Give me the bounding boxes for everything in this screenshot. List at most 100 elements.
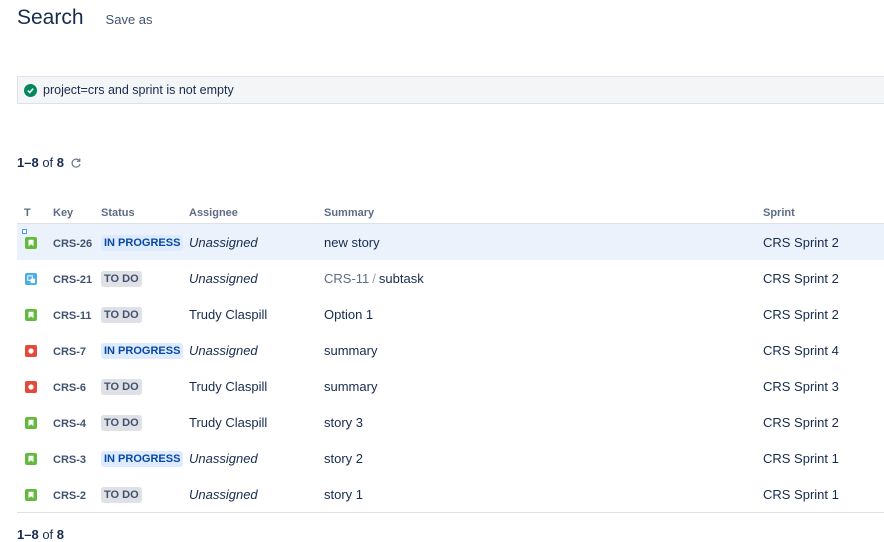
issue-key-cell: CRS-3 [53,440,101,476]
sprint-name: CRS Sprint 2 [763,414,839,430]
table-row[interactable]: CRS-11 TO DO Trudy Claspill Option 1 CRS… [17,296,884,332]
issue-summary[interactable]: story 1 [324,487,363,502]
assignee-name[interactable]: Unassigned [189,487,258,502]
issue-type-cell [17,404,53,440]
result-total: 8 [56,155,65,170]
issue-assignee-cell: Unassigned [189,260,324,296]
column-header-summary[interactable]: Summary [324,203,763,224]
issue-key-cell: CRS-11 [53,296,101,332]
issue-summary-cell: story 3 [324,404,763,440]
result-of: of [42,155,54,170]
result-range-bottom: 1–8 [17,527,39,542]
issue-status-cell: TO DO [101,296,189,332]
assignee-name[interactable]: Trudy Claspill [189,379,267,394]
bug-type-icon [25,381,37,394]
assignee-name[interactable]: Trudy Claspill [189,415,267,430]
issue-summary-cell: new story [324,223,763,260]
issue-summary[interactable]: summary [324,379,377,394]
breadcrumb-separator: / [372,270,376,286]
issue-summary[interactable]: Option 1 [324,307,373,322]
jql-query-text[interactable]: project=crs and sprint is not empty [43,83,234,97]
issue-summary[interactable]: new story [324,235,380,250]
jql-search-input[interactable]: project=crs and sprint is not empty [17,76,884,104]
sprint-name: CRS Sprint 4 [763,342,839,358]
story-type-icon [25,417,37,430]
issue-key-link[interactable]: CRS-7 [53,346,86,358]
table-row[interactable]: CRS-2 TO DO Unassigned story 1 CRS Sprin… [17,476,884,513]
page-header: Search Save as [17,6,153,30]
issue-summary[interactable]: story 2 [324,451,363,466]
sprint-name: CRS Sprint 3 [763,378,839,394]
assignee-name[interactable]: Unassigned [189,235,258,250]
issue-type-cell [17,296,53,332]
page-title: Search [17,6,84,29]
issue-status-cell: TO DO [101,368,189,404]
issue-type-cell [17,476,53,513]
column-header-key[interactable]: Key [53,203,101,224]
issue-status-cell: TO DO [101,260,189,296]
column-header-type[interactable]: T [17,203,53,224]
assignee-name[interactable]: Unassigned [189,343,258,358]
table-row[interactable]: CRS-6 TO DO Trudy Claspill summary CRS S… [17,368,884,404]
sprint-name: CRS Sprint 2 [763,306,839,322]
table-row[interactable]: CRS-21 TO DO Unassigned CRS-11/subtask C… [17,260,884,296]
table-row[interactable]: CRS-3 IN PROGRESS Unassigned story 2 CRS… [17,440,884,476]
assignee-name[interactable]: Unassigned [189,451,258,466]
issue-key-link[interactable]: CRS-3 [53,454,86,466]
table-row[interactable]: CRS-7 IN PROGRESS Unassigned summary CRS… [17,332,884,368]
story-type-icon [25,453,37,466]
issue-assignee-cell: Trudy Claspill [189,296,324,332]
column-header-assignee[interactable]: Assignee [189,203,324,224]
issue-key-link[interactable]: CRS-2 [53,490,86,502]
issue-key-link[interactable]: CRS-11 [53,310,92,322]
column-header-sprint[interactable]: Sprint [763,203,884,224]
issue-assignee-cell: Unassigned [189,476,324,513]
story-type-icon [25,489,37,502]
result-count: 1–8 of 8 [17,155,82,170]
issue-type-cell [17,440,53,476]
issue-assignee-cell: Trudy Claspill [189,368,324,404]
issue-status-cell: TO DO [101,404,189,440]
issue-sprint-cell: CRS Sprint 3 [763,368,884,404]
issue-status-cell: TO DO [101,476,189,513]
column-header-status[interactable]: Status [101,203,189,224]
sprint-name: CRS Sprint 1 [763,450,839,466]
sprint-name: CRS Sprint 1 [763,486,839,502]
issue-summary-cell: Option 1 [324,296,763,332]
save-as-button[interactable]: Save as [106,12,153,27]
assignee-name[interactable]: Trudy Claspill [189,307,267,322]
status-badge: TO DO [101,486,142,503]
result-range: 1–8 [17,155,39,170]
issue-status-cell: IN PROGRESS [101,223,189,260]
issue-type-cell [17,260,53,296]
row-selection-marker [22,229,27,234]
status-badge: TO DO [101,414,142,431]
issue-sprint-cell: CRS Sprint 2 [763,404,884,440]
issue-summary[interactable]: summary [324,343,377,358]
result-of-bottom: of [42,527,54,542]
parent-issue-link[interactable]: CRS-11 [324,271,369,286]
issue-summary-cell: CRS-11/subtask [324,260,763,296]
issue-summary[interactable]: story 3 [324,415,363,430]
issue-summary-cell: story 2 [324,440,763,476]
issue-assignee-cell: Unassigned [189,223,324,260]
issue-key-cell: CRS-4 [53,404,101,440]
issue-key-link[interactable]: CRS-26 [53,238,92,250]
result-count-bottom: 1–8 of 8 [17,527,64,542]
table-row[interactable]: CRS-26 IN PROGRESS Unassigned new story … [17,223,884,260]
issue-summary-cell: summary [324,368,763,404]
issue-key-cell: CRS-2 [53,476,101,513]
status-badge: IN PROGRESS [101,342,184,359]
issue-summary[interactable]: subtask [379,271,424,286]
refresh-icon[interactable] [70,157,82,169]
status-badge: IN PROGRESS [101,234,184,251]
issue-sprint-cell: CRS Sprint 1 [763,476,884,513]
issues-table: T Key Status Assignee Summary Sprint CRS… [17,203,884,513]
assignee-name[interactable]: Unassigned [189,271,258,286]
issue-sprint-cell: CRS Sprint 4 [763,332,884,368]
table-row[interactable]: CRS-4 TO DO Trudy Claspill story 3 CRS S… [17,404,884,440]
issue-key-link[interactable]: CRS-6 [53,382,86,394]
issue-key-link[interactable]: CRS-4 [53,418,86,430]
issue-sprint-cell: CRS Sprint 2 [763,296,884,332]
issue-key-link[interactable]: CRS-21 [53,274,92,286]
